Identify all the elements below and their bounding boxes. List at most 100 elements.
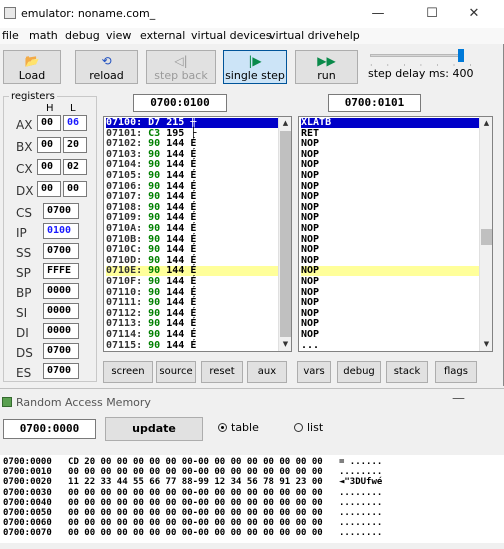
ss-field[interactable]: 0700 [43,243,79,259]
memory-row[interactable]: 07107: 90 144 É [106,192,278,202]
memory-row[interactable]: 07100: D7 215 ╫ [106,118,278,128]
disassembly-row[interactable]: NOP [301,308,479,319]
ram-minimize-button[interactable]: — [452,391,465,406]
menu-debug[interactable]: debug [65,29,100,42]
folder-icon: 📂 [24,54,40,68]
disassembly-row[interactable]: NOP [301,160,479,170]
ram-address-input[interactable]: 0700:0000 [3,419,96,439]
bx-high-field[interactable]: 00 [37,137,61,153]
close-button[interactable]: ✕ [456,2,492,26]
disassembly-row[interactable]: RET [301,128,479,139]
ram-row: 0700:0000 CD 20 00 00 00 00 00 00-00 00 … [3,457,383,467]
menu-virtual-drive[interactable]: virtual drive [269,29,336,42]
disassembly-row[interactable]: NOP [301,224,479,234]
run-button[interactable]: ▶▶ run [295,50,358,84]
scroll-thumb[interactable] [481,229,492,245]
dx-high-field[interactable]: 00 [37,181,61,197]
disassembly-row[interactable]: NOP [301,149,479,160]
disassembly-row[interactable]: ... [301,340,479,351]
menu-math[interactable]: math [29,29,58,42]
menu-virtual-devices[interactable]: virtual devices [191,29,272,42]
dx-low-field[interactable]: 00 [63,181,87,197]
memory-row[interactable]: 07111: 90 144 É [106,298,278,308]
memory-row[interactable]: 0710E: 90 144 É [106,266,278,277]
bx-low-field[interactable]: 20 [63,137,87,153]
step-delay-slider[interactable]: ······· step delay ms: 400 [366,49,474,83]
disassembly-row[interactable]: NOP [301,213,479,223]
disassembly-row[interactable]: NOP [301,277,479,287]
memory-row[interactable]: 0710A: 90 144 É [106,224,278,234]
memory-row[interactable]: 0710C: 90 144 É [106,245,278,255]
vars-button[interactable]: vars [297,361,331,383]
memory-row[interactable]: 07109: 90 144 É [106,213,278,223]
memory-row-address: 07113: [106,318,143,330]
scroll-down-icon[interactable]: ▼ [280,339,291,350]
table-radio[interactable]: table [218,421,259,434]
memory-row[interactable]: 07102: 90 144 É [106,139,278,149]
load-button[interactable]: 📂 Load [3,50,61,84]
menu-view[interactable]: view [106,29,131,42]
di-field[interactable]: 0000 [43,323,79,339]
disassembly-row[interactable]: NOP [301,192,479,202]
single-step-button[interactable]: |▶ single step [223,50,287,84]
cs-field[interactable]: 0700 [43,203,79,219]
memory-row[interactable]: 07113: 90 144 É [106,319,278,329]
es-field[interactable]: 0700 [43,363,79,379]
reload-button[interactable]: ⟲ reload [75,50,138,84]
memory-address-input[interactable]: 0700:0100 [133,94,227,112]
memory-row[interactable]: 0710F: 90 144 É [106,277,278,287]
disassembly-scrollbar[interactable]: ▲ ▼ [479,117,492,351]
disassembly-row[interactable]: NOP [301,234,479,245]
reset-button[interactable]: reset [201,361,243,383]
cx-high-field[interactable]: 00 [37,159,61,175]
si-field[interactable]: 0000 [43,303,79,319]
step-back-button[interactable]: ◁| step back [146,50,216,84]
bp-field[interactable]: 0000 [43,283,79,299]
debug-button[interactable]: debug [337,361,381,383]
disasm-address-input[interactable]: 0700:0101 [328,94,421,112]
scroll-down-icon[interactable]: ▼ [481,339,492,350]
maximize-button[interactable]: ☐ [414,2,450,26]
memory-row[interactable]: 07114: 90 144 É [106,330,278,340]
disassembly-list[interactable]: XLATB RET NOP NOP NOP NOP NOP NOP NOP NOP NOP NOP NO… [298,116,493,352]
disassembly-row[interactable]: XLATB [301,118,479,128]
ip-field[interactable]: 0100 [43,223,79,239]
ram-update-button[interactable]: update [105,417,203,441]
scroll-up-icon[interactable]: ▲ [280,118,291,129]
stack-button[interactable]: stack [386,361,428,383]
memory-row[interactable]: 07104: 90 144 É [106,160,278,170]
disassembly-row[interactable]: NOP [301,245,479,255]
disassembly-row[interactable]: NOP [301,181,479,192]
ax-high-field[interactable]: 00 [37,115,61,131]
ds-field[interactable]: 0700 [43,343,79,359]
menu-external[interactable]: external [140,29,185,42]
aux-button[interactable]: aux [247,361,287,383]
disassembly-row[interactable]: NOP [301,287,479,298]
disassembly-row[interactable]: NOP [301,266,479,277]
memory-row-hex: C3 [148,127,161,139]
cx-low-field[interactable]: 02 [63,159,87,175]
scroll-up-icon[interactable]: ▲ [481,118,492,129]
disassembly-row[interactable]: NOP [301,319,479,329]
memory-row[interactable]: 07105: 90 144 É [106,171,278,181]
menu-file[interactable]: file [2,29,19,42]
disassembly-row[interactable]: NOP [301,255,479,266]
memory-row[interactable]: 07115: 90 144 É [106,340,278,351]
ram-window-title: Random Access Memory [16,396,151,409]
memory-list[interactable]: 07100: D7 215 ╫ 07101: C3 195 ├ 07102: 90 … [103,116,292,352]
screen-button[interactable]: screen [103,361,153,383]
ax-low-field[interactable]: 06 [63,115,87,131]
disassembly-row[interactable]: NOP [301,139,479,149]
disassembly-row[interactable]: NOP [301,202,479,213]
minimize-button[interactable]: — [360,2,396,26]
menu-help[interactable]: help [336,29,360,42]
sp-field[interactable]: FFFE [43,263,79,279]
disassembly-row[interactable]: NOP [301,330,479,340]
scroll-thumb[interactable] [280,131,291,337]
disassembly-row[interactable]: NOP [301,171,479,181]
disassembly-row[interactable]: NOP [301,298,479,308]
flags-button[interactable]: flags [435,361,477,383]
source-button[interactable]: source [156,361,196,383]
memory-scrollbar[interactable]: ▲ ▼ [278,117,291,351]
list-radio[interactable]: list [294,421,323,434]
